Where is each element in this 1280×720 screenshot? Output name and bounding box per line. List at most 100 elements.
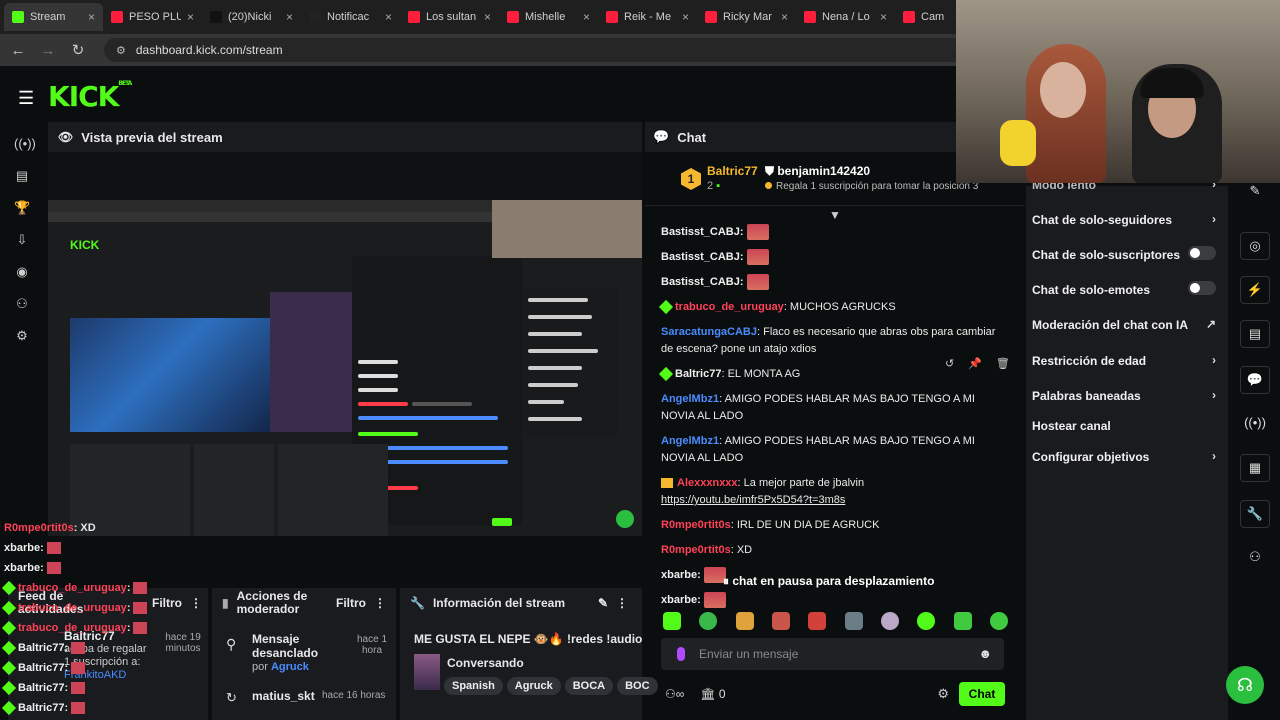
share-icon[interactable]: ⚇ [1240,544,1270,572]
chat-username[interactable]: AngelMbz1 [661,393,719,405]
browser-tab[interactable]: Ricky Mar × [697,3,796,31]
browser-tab[interactable]: Mishelle × [499,3,598,31]
tab-close-icon[interactable]: × [880,10,887,24]
pin-icon[interactable]: 📌 [968,357,982,370]
tab-close-icon[interactable]: × [385,10,392,24]
site-info-icon[interactable]: ⚙ [116,44,126,57]
browser-tab[interactable]: Reik - Me × [598,3,697,31]
tab-close-icon[interactable]: × [187,10,194,24]
reload-icon[interactable]: ↻ [70,41,86,59]
chat-message[interactable]: Bastisst_CABJ: [661,249,1006,266]
users-infinity-icon[interactable]: ⚇∞ [665,687,684,701]
chat-message[interactable]: R0mpe0rtit0s: IRL DE UN DIA DE AGRUCK [661,517,1006,534]
camera-icon[interactable]: ◉ [14,264,30,280]
browser-tab[interactable]: (20)Nicki × [202,3,301,31]
tab-close-icon[interactable]: × [682,10,689,24]
broadcast-small-icon[interactable]: ((•)) [1240,410,1270,438]
chat-username[interactable]: trabuco_de_uruguay [675,301,784,313]
chat-link[interactable]: https://youtu.be/imfr5Px5D54?t=3m8s [661,494,845,506]
chat-icon[interactable]: 💬 [1240,366,1270,394]
top-gifter-name[interactable]: Baltric77 [707,164,758,178]
chat-username[interactable]: SaracatungaCABJ [661,326,757,338]
menu-item[interactable]: Chat de solo-seguidores › [1032,212,1216,227]
chat-message[interactable]: R0mpe0rtit0s: XD [661,542,1006,559]
menu-item[interactable]: Restricción de edad › [1032,353,1216,368]
edit-pencil-icon[interactable]: ✎ [598,596,608,610]
browser-tab[interactable]: Nena / Lo × [796,3,895,31]
camera-settings-icon[interactable]: ◎ [1240,232,1270,260]
emote-8[interactable] [917,612,936,630]
upload-icon[interactable]: ⇩ [14,232,30,248]
emote-6[interactable] [844,612,863,630]
emote-5[interactable] [808,612,827,630]
mod-actions-filter[interactable]: Filtro [336,596,366,610]
notes-icon[interactable]: ▤ [1240,320,1270,348]
browser-tab[interactable]: Los sultan × [400,3,499,31]
chat-username[interactable]: Bastisst_CABJ: [661,226,744,238]
chat-message[interactable]: Alexxxnxxx: La mejor parte de jbalvin htt… [661,475,1006,509]
chat-username[interactable]: xbarbe: [661,569,701,581]
trophy-icon[interactable]: 🏆 [14,200,30,216]
stream-tag[interactable]: Spanish [444,677,503,695]
chat-message[interactable]: SaracatungaCABJ: Flaco es necesario que … [661,324,1006,358]
chat-message[interactable]: AngelMbz1: AMIGO PODES HABLAR MAS BAJO T… [661,391,1006,425]
forward-icon[interactable]: → [40,42,56,59]
delete-icon[interactable]: 🗑 [996,357,1010,370]
chat-username[interactable]: Bastisst_CABJ: [661,276,744,288]
stream-preview[interactable]: KICK [48,152,642,536]
analytics-icon[interactable]: ▤ [14,168,30,184]
tab-close-icon[interactable]: × [286,10,293,24]
chat-input[interactable]: Enviar un mensaje ☻ [661,638,1004,670]
tab-close-icon[interactable]: × [781,10,788,24]
emote-7[interactable] [880,612,899,630]
chat-username[interactable]: R0mpe0rtit0s [661,544,731,556]
support-headset-button[interactable]: ☊ [1226,666,1264,704]
menu-item[interactable]: Configurar objetivos › [1032,449,1216,464]
stream-category[interactable]: Conversando [447,656,524,670]
emote-1[interactable] [663,612,681,630]
chat-username[interactable]: AngelMbz1 [661,435,719,447]
emote-10[interactable] [989,612,1008,630]
chat-paused-notice[interactable]: ⏸ chat en pausa para desplazamiento [723,574,934,589]
browser-tab[interactable]: PESO PLU × [103,3,202,31]
gift-prompt[interactable]: Regala 1 suscripción para tomar la posic… [765,181,978,192]
chat-message[interactable]: Bastisst_CABJ: [661,274,1006,291]
users-icon[interactable]: ⚇ [14,296,30,312]
menu-item[interactable]: Chat de solo-suscriptores [1032,246,1216,262]
chat-username[interactable]: Baltric77 [675,368,721,380]
menu-item[interactable]: Hostear canal [1032,419,1216,433]
layout-icon[interactable]: ▦ [1240,454,1270,482]
chat-username[interactable]: R0mpe0rtit0s [661,519,731,531]
menu-item[interactable]: Palabras baneadas › [1032,388,1216,403]
chat-message[interactable]: AngelMbz1: AMIGO PODES HABLAR MAS BAJO T… [661,433,1006,467]
emoji-icon[interactable]: ☻ [978,646,992,661]
kick-logo[interactable]: KICKBETA [48,80,132,113]
chat-settings-icon[interactable]: ⚙ [937,686,949,702]
stream-tag[interactable]: BOCA [564,677,614,695]
emote-2[interactable] [699,612,718,630]
chat-username[interactable]: Alexxxnxxx [677,477,738,489]
chat-message[interactable]: Bastisst_CABJ: [661,224,1006,241]
emote-3[interactable] [735,612,754,630]
tab-close-icon[interactable]: × [88,10,95,24]
chat-message[interactable]: xbarbe: [661,592,1006,609]
browser-tab[interactable]: Notificac × [301,3,400,31]
toggle-switch[interactable] [1188,246,1216,260]
emote-9[interactable] [953,612,972,630]
chat-username[interactable]: Bastisst_CABJ: [661,251,744,263]
emote-4[interactable] [771,612,790,630]
chat-message[interactable]: trabuco_de_uruguay: MUCHOS AGRUCKS [658,299,1006,316]
toggle-switch[interactable] [1188,281,1216,295]
more-icon[interactable]: ⋮ [616,596,628,610]
more-icon[interactable]: ⋮ [374,596,386,610]
back-icon[interactable]: ← [10,42,26,59]
mod-action-item-1[interactable]: Mensaje desanclado por Agruck [252,632,332,674]
lightning-icon[interactable]: ⚡ [1240,276,1270,304]
mic-icon[interactable] [677,647,685,661]
stream-tag[interactable]: BOC [617,677,658,695]
browser-tab[interactable]: Stream × [4,3,103,31]
broadcast-icon[interactable]: ((•)) [14,136,36,152]
gift-count[interactable]: 🏛 0 [700,687,725,701]
menu-item[interactable]: Chat de solo-emotes [1032,281,1216,297]
tab-close-icon[interactable]: × [583,10,590,24]
